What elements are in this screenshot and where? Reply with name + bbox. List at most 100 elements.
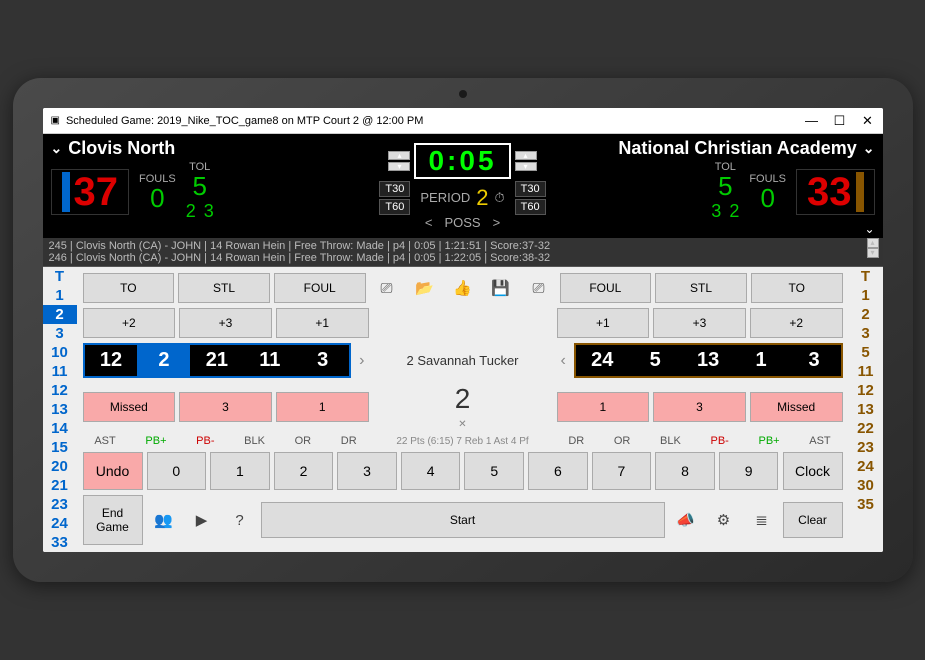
numpad-2[interactable]: 2	[274, 452, 334, 490]
home-oncourt-3[interactable]: 3	[296, 345, 349, 376]
home-roster-12[interactable]: 12	[43, 381, 77, 400]
home-roster-13[interactable]: 13	[43, 400, 77, 419]
home-oncourt-2[interactable]: 2	[137, 345, 190, 376]
home-roster-T[interactable]: T	[43, 267, 77, 286]
chevron-down-icon[interactable]: ⌄	[864, 222, 874, 236]
away-fouls[interactable]: 0	[760, 185, 774, 211]
chevron-right-icon[interactable]: ›	[355, 352, 368, 370]
away-pb--btn[interactable]: PB-	[710, 435, 728, 447]
location-pin-icon[interactable]: ⎚	[370, 273, 404, 303]
numpad-9[interactable]: 9	[719, 452, 779, 490]
home-roster-20[interactable]: 20	[43, 457, 77, 476]
home-oncourt-11[interactable]: 11	[243, 345, 296, 376]
away-t60-button[interactable]: T60	[515, 199, 546, 215]
home-missed-button[interactable]: Missed	[83, 392, 176, 422]
numpad-7[interactable]: 7	[592, 452, 652, 490]
numpad-1[interactable]: 1	[210, 452, 270, 490]
away-or-btn[interactable]: OR	[614, 435, 631, 447]
home-oncourt-21[interactable]: 21	[190, 345, 243, 376]
home-score[interactable]: 37	[74, 172, 119, 212]
away-plus2-button[interactable]: +2	[750, 308, 843, 338]
play-log[interactable]: 245 | Clovis North (CA) - JOHN | 14 Rowa…	[43, 238, 883, 267]
home-roster-15[interactable]: 15	[43, 438, 77, 457]
away-roster-13[interactable]: 13	[849, 400, 883, 419]
numpad-4[interactable]: 4	[401, 452, 461, 490]
home-t60-button[interactable]: T60	[379, 199, 410, 215]
close-button[interactable]: ✕	[861, 113, 875, 129]
home-fouls[interactable]: 0	[150, 185, 164, 211]
poss-left-icon[interactable]: <	[425, 215, 433, 230]
home-plus3-button[interactable]: +3	[179, 308, 272, 338]
home-mini-stats[interactable]: AST PB+ PB- BLK OR DR	[83, 435, 369, 447]
play-icon[interactable]: ▶	[185, 505, 219, 535]
period-value[interactable]: 2	[476, 185, 488, 211]
home-or-btn[interactable]: OR	[295, 435, 312, 447]
chevron-left-icon[interactable]: ‹	[557, 352, 570, 370]
numpad-3[interactable]: 3	[337, 452, 397, 490]
home-t30-button[interactable]: T30	[379, 181, 410, 197]
away-roster-30[interactable]: 30	[849, 476, 883, 495]
away-pb+-btn[interactable]: PB+	[758, 435, 779, 447]
away-t30-button[interactable]: T30	[515, 181, 546, 197]
home-miss3-button[interactable]: 3	[179, 392, 272, 422]
away-oncourt-1[interactable]: 1	[735, 345, 788, 376]
clock-min-up[interactable]: ▴	[388, 151, 410, 160]
away-roster-T[interactable]: T	[849, 267, 883, 286]
away-dr-btn[interactable]: DR	[568, 435, 584, 447]
scroll-up-icon[interactable]: ▴	[867, 238, 879, 248]
clear-button[interactable]: Clear	[783, 502, 843, 538]
save-icon[interactable]: 💾	[484, 273, 518, 303]
home-roster-2[interactable]: 2	[43, 305, 77, 324]
away-plus1-button[interactable]: +1	[557, 308, 650, 338]
stopwatch-icon[interactable]: ⏱	[494, 190, 504, 206]
home-roster-33[interactable]: 33	[43, 533, 77, 552]
away-to-button[interactable]: TO	[751, 273, 843, 303]
start-button[interactable]: Start	[261, 502, 665, 538]
away-stl-button[interactable]: STL	[655, 273, 747, 303]
poss-right-icon[interactable]: >	[493, 215, 501, 230]
folder-open-icon[interactable]: 📂	[408, 273, 442, 303]
away-plus3-button[interactable]: +3	[653, 308, 746, 338]
away-foul-button[interactable]: FOUL	[560, 273, 652, 303]
home-roster-14[interactable]: 14	[43, 419, 77, 438]
home-dr-btn[interactable]: DR	[341, 435, 357, 447]
home-blk-btn[interactable]: BLK	[244, 435, 265, 447]
away-roster-23[interactable]: 23	[849, 438, 883, 457]
clock-button[interactable]: Clock	[783, 452, 843, 490]
clock-sec-up[interactable]: ▴	[515, 151, 537, 160]
home-ast-btn[interactable]: AST	[94, 435, 115, 447]
home-pb+-btn[interactable]: PB+	[145, 435, 166, 447]
home-roster-24[interactable]: 24	[43, 514, 77, 533]
help-icon[interactable]: ?	[223, 505, 257, 535]
clock-min-dn[interactable]: ▾	[388, 162, 410, 171]
away-on-court[interactable]: 2451313	[574, 343, 843, 378]
away-oncourt-13[interactable]: 13	[682, 345, 735, 376]
end-game-button[interactable]: End Game	[83, 495, 143, 545]
home-pb--btn[interactable]: PB-	[196, 435, 214, 447]
away-roster-24[interactable]: 24	[849, 457, 883, 476]
undo-button[interactable]: Undo	[83, 452, 143, 490]
clock-sec-dn[interactable]: ▾	[515, 162, 537, 171]
away-miss1-button[interactable]: 1	[557, 392, 650, 422]
home-foul-button[interactable]: FOUL	[274, 273, 366, 303]
thumbs-up-icon[interactable]: 👍	[446, 273, 480, 303]
numpad-8[interactable]: 8	[655, 452, 715, 490]
home-oncourt-12[interactable]: 12	[85, 345, 138, 376]
away-roster-22[interactable]: 22	[849, 419, 883, 438]
away-ast-btn[interactable]: AST	[809, 435, 830, 447]
list-icon[interactable]: ≣	[745, 505, 779, 535]
home-team-name[interactable]: ⌄Clovis North	[51, 138, 362, 159]
away-score[interactable]: 33	[807, 172, 852, 212]
away-roster-11[interactable]: 11	[849, 362, 883, 381]
away-missed-button[interactable]: Missed	[750, 392, 843, 422]
location-pin-icon[interactable]: ⎚	[522, 273, 556, 303]
home-roster-23[interactable]: 23	[43, 495, 77, 514]
away-roster-2[interactable]: 2	[849, 305, 883, 324]
away-roster-12[interactable]: 12	[849, 381, 883, 400]
megaphone-icon[interactable]: 📣	[669, 505, 703, 535]
away-oncourt-3[interactable]: 3	[788, 345, 841, 376]
away-roster-35[interactable]: 35	[849, 495, 883, 514]
home-tol[interactable]: 5	[192, 173, 206, 199]
away-team-name[interactable]: National Christian Academy⌄	[564, 138, 875, 159]
home-roster-3[interactable]: 3	[43, 324, 77, 343]
